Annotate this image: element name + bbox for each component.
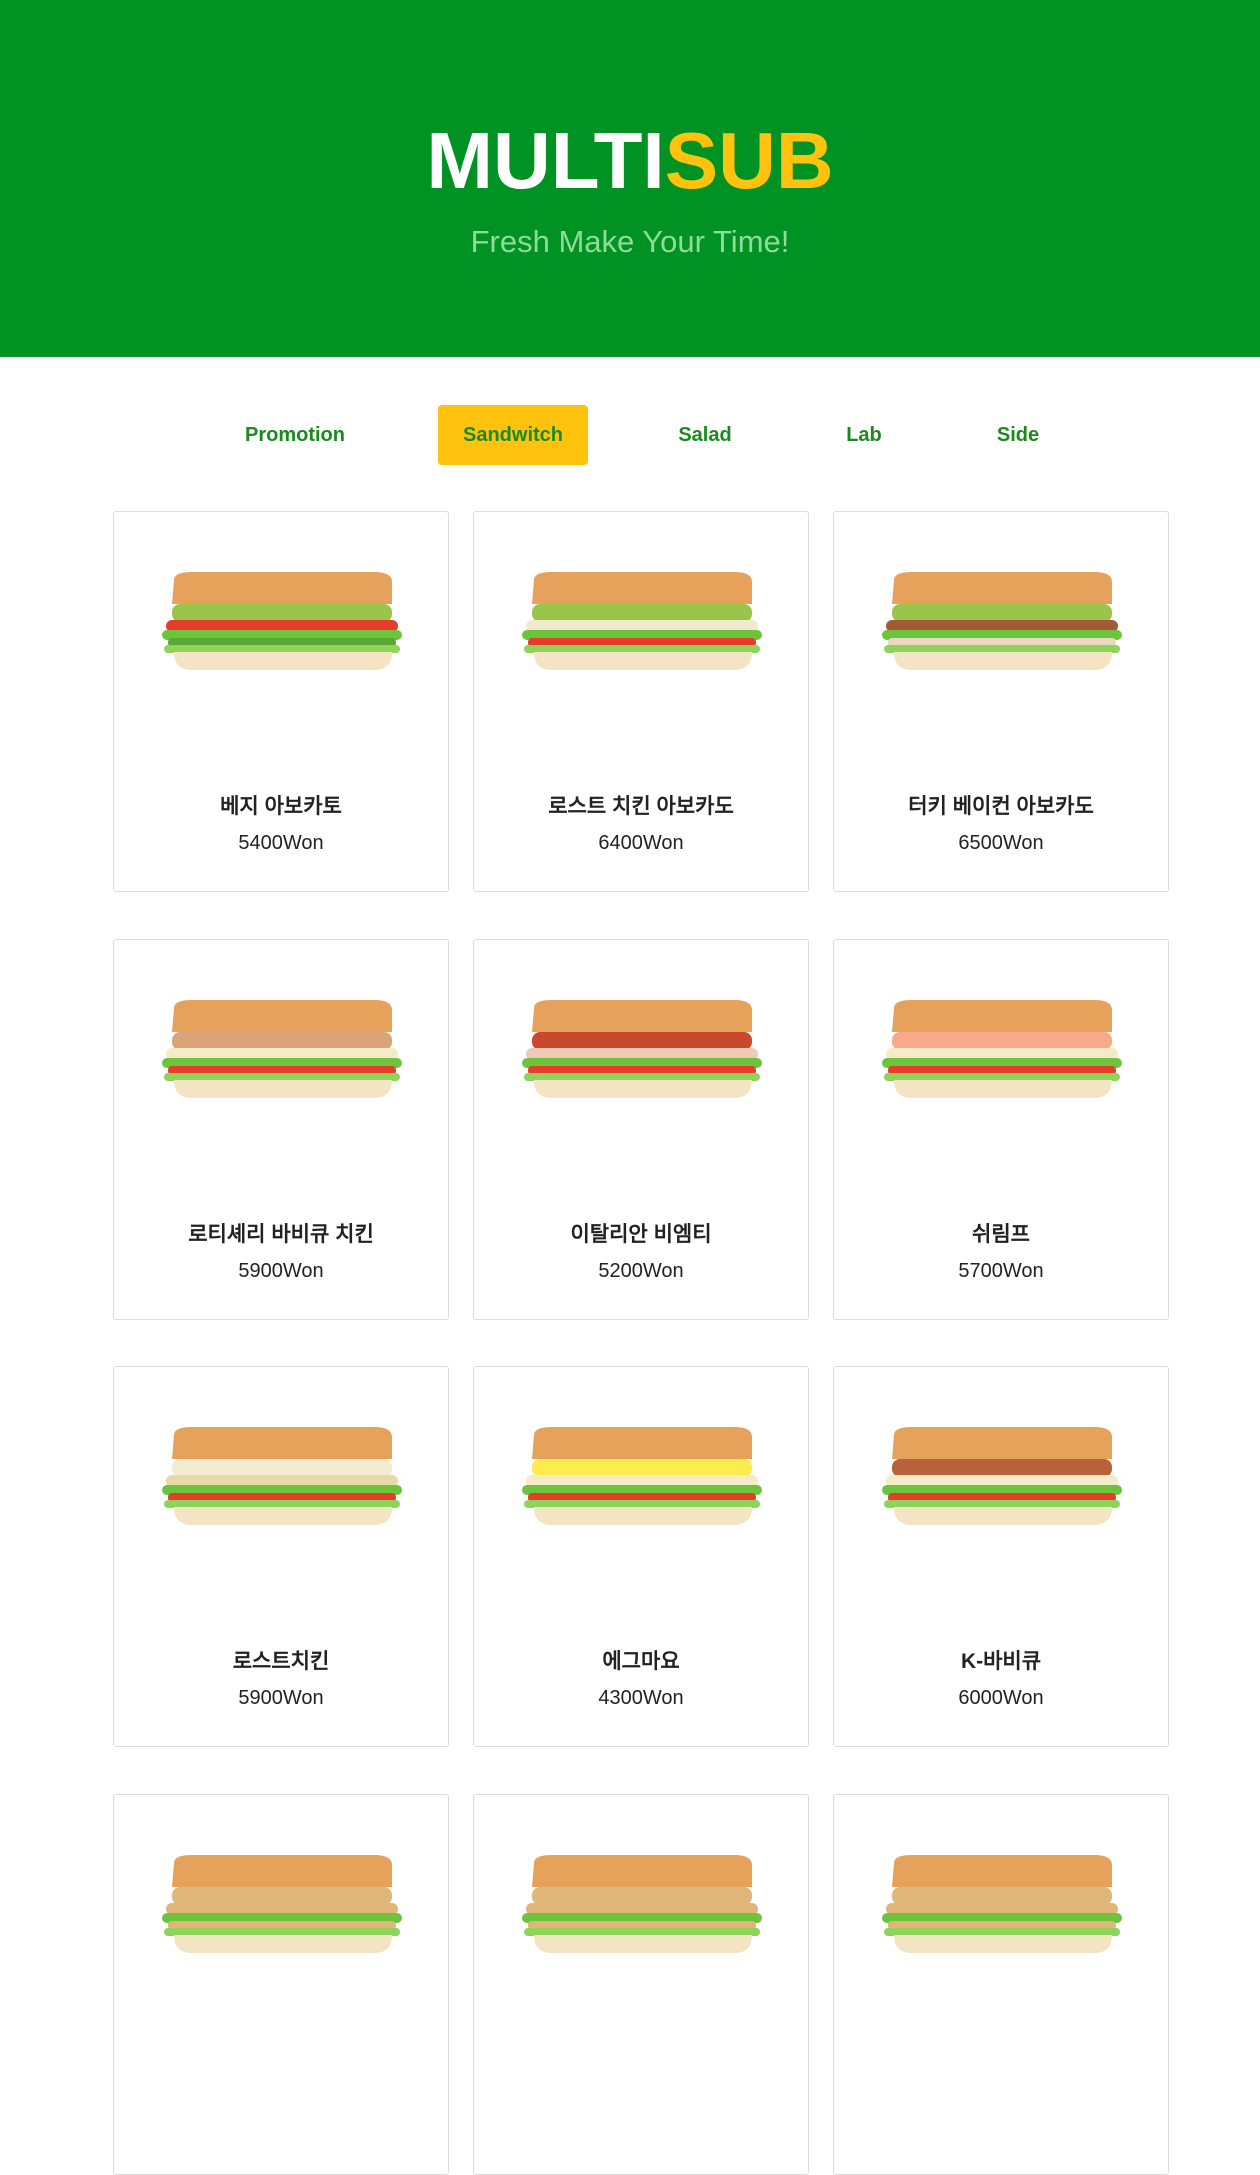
tab-side[interactable]: Side [980,405,1056,465]
tab-salad[interactable]: Salad [664,405,746,465]
product-card[interactable]: 에그마요 4300Won [473,1366,809,1747]
product-price: 5900Won [238,1260,324,1282]
hero-banner: MULTISUB Fresh Make Your Time! [0,0,1260,357]
sandwich-image [162,1855,402,1953]
product-price: 5400Won [238,832,324,854]
product-card[interactable]: 베지 아보카토 5400Won [113,511,449,892]
product-name: 로스트치킨 [232,1650,330,1673]
product-price: 6000Won [958,1687,1044,1709]
sandwich-image [882,1427,1122,1525]
product-name: 에그마요 [602,1650,680,1673]
product-card[interactable]: K-바비큐 6000Won [833,1366,1169,1747]
product-name: 로스트 치킨 아보카도 [548,795,734,818]
product-price: 6400Won [598,832,684,854]
sandwich-image [162,1427,402,1525]
product-name: 이탈리안 비엠티 [570,1223,712,1246]
sandwich-image [882,572,1122,670]
product-price: 5200Won [598,1260,684,1282]
category-tabs: Promotion Sandwitch Salad Lab Side [0,405,1260,466]
product-card[interactable]: 쉬림프 5700Won [833,939,1169,1320]
product-card[interactable] [473,1794,809,2175]
sandwich-image [522,1000,762,1098]
tab-promotion[interactable]: Promotion [228,405,362,465]
product-card[interactable]: 이탈리안 비엠티 5200Won [473,939,809,1320]
tagline: Fresh Make Your Time! [470,224,790,259]
sandwich-image [522,1427,762,1525]
sandwich-image [162,1000,402,1098]
sandwich-image [522,1855,762,1953]
product-card[interactable]: 로스트치킨 5900Won [113,1366,449,1747]
logo[interactable]: MULTISUB [0,115,1260,207]
product-card[interactable]: 터키 베이컨 아보카도 6500Won [833,511,1169,892]
tab-lab[interactable]: Lab [822,405,906,465]
sandwich-image [882,1855,1122,1953]
sandwich-image [522,572,762,670]
product-price: 4300Won [598,1687,684,1709]
tab-sandwitch[interactable]: Sandwitch [438,405,588,465]
product-card[interactable] [113,1794,449,2175]
product-price: 6500Won [958,832,1044,854]
sandwich-image [882,1000,1122,1098]
product-price: 5700Won [958,1260,1044,1282]
product-card[interactable]: 로티셰리 바비큐 치킨 5900Won [113,939,449,1320]
product-name: K-바비큐 [960,1650,1042,1673]
product-card[interactable]: 로스트 치킨 아보카도 6400Won [473,511,809,892]
product-name: 베지 아보카토 [220,795,342,818]
product-name: 터키 베이컨 아보카도 [908,795,1094,818]
sandwich-image [162,572,402,670]
product-card[interactable] [833,1794,1169,2175]
logo-multi: MULTI [426,116,665,205]
logo-sub: SUB [664,116,834,205]
product-name: 쉬림프 [972,1223,1030,1246]
product-price: 5900Won [238,1687,324,1709]
product-name: 로티셰리 바비큐 치킨 [188,1223,374,1246]
